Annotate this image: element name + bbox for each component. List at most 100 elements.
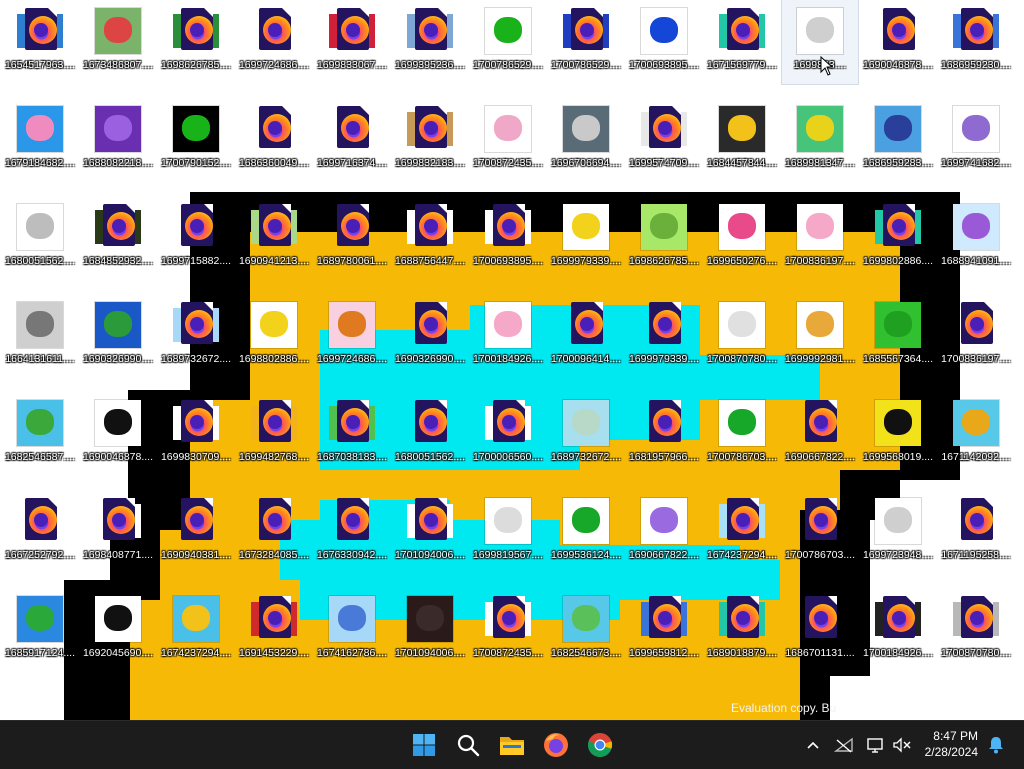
desktop-icon[interactable]: 1700693895.... (626, 0, 702, 84)
desktop-icon[interactable]: 1680051562.... (2, 196, 78, 280)
desktop-icon[interactable]: 1700786529.... (548, 0, 624, 84)
desktop-icon[interactable]: 1676330942.... (314, 490, 390, 574)
desktop-icon[interactable]: 1680051562.... (392, 392, 468, 476)
desktop-icon[interactable]: 1689732672.... (548, 392, 624, 476)
desktop-icon[interactable]: 1682546673.... (548, 588, 624, 672)
desktop-icon[interactable]: 1700872435.... (470, 588, 546, 672)
desktop-icon[interactable]: 1689780061.... (314, 196, 390, 280)
show-hidden-icons-button[interactable] (803, 735, 823, 755)
desktop-icon[interactable]: 1688082218.... (80, 98, 156, 182)
desktop-icon[interactable]: 1685917124.... (2, 588, 78, 672)
desktop-icon[interactable]: 1700096414.... (548, 294, 624, 378)
desktop-icon[interactable]: 1700786529.... (470, 0, 546, 84)
desktop-icon[interactable]: 1682546587.... (2, 392, 78, 476)
desktop-icon[interactable]: 1690667822.... (782, 392, 858, 476)
desktop-icon[interactable]: 1690326990.... (80, 294, 156, 378)
desktop-icon[interactable]: 1690046878.... (80, 392, 156, 476)
desktop-icon[interactable]: 1699723948.... (860, 490, 936, 574)
desktop-icon[interactable]: 1699802886.... (860, 196, 936, 280)
desktop-icon[interactable]: 1688756447.... (392, 196, 468, 280)
desktop-icon[interactable]: 1699992981.... (782, 294, 858, 378)
desktop-icon[interactable]: 1699724686.... (236, 0, 312, 84)
desktop-icon[interactable]: 1699724686.... (314, 294, 390, 378)
desktop-icon[interactable]: 1690667822.... (626, 490, 702, 574)
desktop-icon[interactable]: 1664131611.... (2, 294, 78, 378)
desktop-icon[interactable]: 1686959230.... (938, 0, 1014, 84)
desktop-icon[interactable]: 1699715882.... (158, 196, 234, 280)
desktop-icon[interactable]: 1700786703.... (704, 392, 780, 476)
desktop-icon[interactable]: 1699833067.... (314, 0, 390, 84)
desktop-icon[interactable]: 1690326990.... (392, 294, 468, 378)
desktop-icon[interactable]: 1692045690.... (80, 588, 156, 672)
desktop-icon[interactable]: 1691453229.... (236, 588, 312, 672)
desktop-icon[interactable]: 1700184926.... (860, 588, 936, 672)
desktop-icon[interactable]: 1699832183.... (392, 98, 468, 182)
desktop-icon[interactable]: 1686701131.... (782, 588, 858, 672)
desktop-icon[interactable]: 1698802886.... (236, 294, 312, 378)
desktop-icon[interactable]: 1699819567.... (470, 490, 546, 574)
desktop-icon[interactable]: 1684457844.... (704, 98, 780, 182)
desktop-icon[interactable]: 1673486807.... (80, 0, 156, 84)
desktop-icon[interactable]: 1674237294.... (158, 588, 234, 672)
desktop-icon[interactable]: 1699979339.... (548, 196, 624, 280)
desktop-icon[interactable]: 1699979339.... (626, 294, 702, 378)
volume-button[interactable] (892, 735, 912, 755)
desktop-icon[interactable]: 1673284085.... (236, 490, 312, 574)
desktop-icon[interactable]: 1698408771.... (80, 490, 156, 574)
desktop-icon[interactable]: 1686959283.... (860, 98, 936, 182)
desktop-icon[interactable]: 1671142092.... (938, 392, 1014, 476)
desktop-icon[interactable]: 1689018879.... (704, 588, 780, 672)
desktop-icon[interactable]: 1699395236.... (392, 0, 468, 84)
desktop-icon[interactable]: 1700693895.... (470, 196, 546, 280)
desktop-icon[interactable]: 1700786703.... (782, 490, 858, 574)
desktop-icon[interactable]: 1699568019.... (860, 392, 936, 476)
desktop-icon[interactable]: 1701094006.... (392, 588, 468, 672)
desktop-icon[interactable]: 1689732672.... (158, 294, 234, 378)
file-explorer-button[interactable] (494, 727, 530, 763)
desktop-icon[interactable]: 1674237294.... (704, 490, 780, 574)
desktop-icon[interactable]: 1654517963.... (2, 0, 78, 84)
desktop-icon[interactable]: 1690941213.... (236, 196, 312, 280)
desktop-icon[interactable]: 1700870780.... (938, 588, 1014, 672)
desktop-icon[interactable]: 1700184926.... (470, 294, 546, 378)
desktop-icon[interactable]: 1674162786.... (314, 588, 390, 672)
desktop-icon[interactable]: 1699574709.... (626, 98, 702, 182)
desktop-icon[interactable]: 1699536124.... (548, 490, 624, 574)
desktop-icon[interactable]: 1700870780.... (704, 294, 780, 378)
desktop-icon[interactable]: 1700836197.... (782, 196, 858, 280)
desktop-icon[interactable]: 1700790152.... (158, 98, 234, 182)
desktop-icon[interactable]: 1671195258.... (938, 490, 1014, 574)
desktop-icon[interactable]: 1679184682.... (2, 98, 78, 182)
desktop-icon[interactable]: 1698626785.... (626, 196, 702, 280)
desktop-icon[interactable]: 1689981347.... (782, 98, 858, 182)
desktop-icon[interactable]: 1699659812.... (626, 588, 702, 672)
desktop-icon[interactable]: 1667252792.... (2, 490, 78, 574)
desktop-icon[interactable]: 1687038183.... (314, 392, 390, 476)
desktop-icon[interactable]: 1699716374.... (314, 98, 390, 182)
desktop-icon[interactable]: 1681957966.... (626, 392, 702, 476)
desktop-icon[interactable]: 1690940381.... (158, 490, 234, 574)
notifications-button[interactable] (986, 735, 1006, 755)
network-button[interactable] (834, 735, 854, 755)
desktop-icon[interactable]: 1671569779.... (704, 0, 780, 84)
desktop-icon[interactable]: 1696706694.... (548, 98, 624, 182)
clock[interactable]: 8:47 PM 2/28/2024 (925, 728, 978, 760)
desktop-icon[interactable]: 1688941091.... (938, 196, 1014, 280)
start-button[interactable] (406, 727, 442, 763)
desktop-icon[interactable]: 1690046878.... (860, 0, 936, 84)
desktop-icon[interactable]: 1699482768.... (236, 392, 312, 476)
search-button[interactable] (450, 727, 486, 763)
desktop-icon[interactable]: 1684852932.... (80, 196, 156, 280)
chrome-button[interactable] (582, 727, 618, 763)
desktop-icon[interactable]: 1700836197.... (938, 294, 1014, 378)
desktop-icon[interactable]: 1686360049.... (236, 98, 312, 182)
desktop-icon[interactable]: 1701094006.... (392, 490, 468, 574)
desktop-icon[interactable]: 1685567364.... (860, 294, 936, 378)
desktop-icon[interactable]: 1700006560.... (470, 392, 546, 476)
desktop-icon[interactable]: 1700872435.... (470, 98, 546, 182)
desktop-icon[interactable]: 1698626785.... (158, 0, 234, 84)
firefox-button[interactable] (538, 727, 574, 763)
desktop-icon[interactable]: 1699741682.... (938, 98, 1014, 182)
display-button[interactable] (866, 735, 886, 755)
desktop-icon[interactable]: 1699830709.... (158, 392, 234, 476)
